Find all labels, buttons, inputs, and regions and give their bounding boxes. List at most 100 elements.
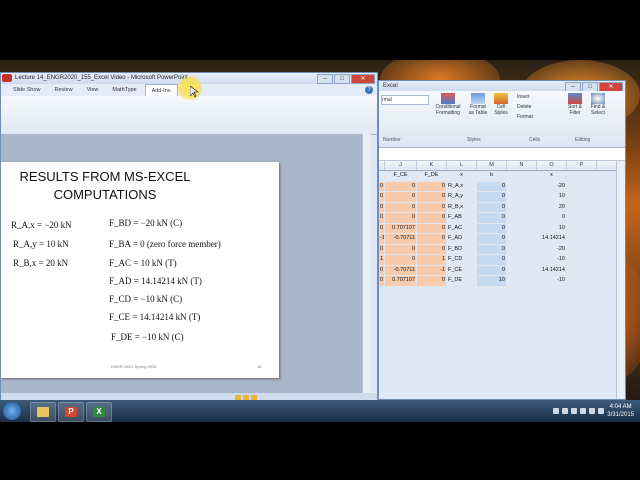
table-cell[interactable]: 0 xyxy=(417,223,447,233)
table-cell[interactable]: 0 xyxy=(537,213,567,223)
table-cell[interactable]: F_AD xyxy=(447,234,477,244)
table-cell[interactable]: 0 xyxy=(477,265,507,275)
table-cell[interactable]: x xyxy=(537,171,567,181)
table-cell[interactable]: 0 xyxy=(385,255,417,265)
table-cell[interactable] xyxy=(507,276,537,286)
table-cell[interactable]: -20 xyxy=(537,181,567,191)
table-cell[interactable]: 0 xyxy=(477,255,507,265)
table-cell[interactable] xyxy=(567,213,597,223)
table-cell[interactable]: F_CE xyxy=(447,265,477,275)
network-icon[interactable] xyxy=(589,408,595,414)
table-cell[interactable]: R_A,y xyxy=(447,192,477,202)
table-cell[interactable]: 0 xyxy=(477,223,507,233)
tab-view[interactable]: View xyxy=(81,84,105,96)
slide-scrollbar[interactable] xyxy=(362,134,371,400)
table-cell[interactable]: F_DE xyxy=(447,276,477,286)
format-button[interactable]: Format xyxy=(517,114,545,121)
table-cell[interactable]: -10 xyxy=(537,276,567,286)
table-cell[interactable] xyxy=(507,234,537,244)
table-cell[interactable] xyxy=(567,276,597,286)
table-cell[interactable]: 10 xyxy=(537,223,567,233)
close-button[interactable]: ✕ xyxy=(351,74,375,84)
table-cell[interactable] xyxy=(507,171,537,181)
table-cell[interactable] xyxy=(507,244,537,254)
conditional-formatting-button[interactable]: Conditional Formatting xyxy=(433,93,463,116)
formula-bar[interactable] xyxy=(379,148,625,161)
table-cell[interactable] xyxy=(567,181,597,191)
table-cell[interactable] xyxy=(567,192,597,202)
column-header-m[interactable]: M xyxy=(477,161,507,170)
insert-button[interactable]: Insert xyxy=(517,94,545,101)
table-cell[interactable]: F_AB xyxy=(447,213,477,223)
volume-icon[interactable] xyxy=(598,408,604,414)
tab-mathtype[interactable]: MathType xyxy=(106,84,142,96)
quick-access-icon[interactable] xyxy=(2,74,12,82)
table-cell[interactable]: 0 xyxy=(477,213,507,223)
table-cell[interactable]: F_AC xyxy=(447,223,477,233)
table-cell[interactable] xyxy=(507,255,537,265)
table-cell[interactable]: R_B,x xyxy=(447,202,477,212)
table-cell[interactable]: 10 xyxy=(537,192,567,202)
table-cell[interactable]: 0 xyxy=(417,234,447,244)
table-cell[interactable]: 0 xyxy=(477,244,507,254)
column-header-n[interactable]: N xyxy=(507,161,537,170)
format-as-table-button[interactable]: Format as Table xyxy=(467,93,489,116)
table-cell[interactable]: 0 xyxy=(385,202,417,212)
excel-titlebar[interactable]: Excel – □ ✕ xyxy=(379,81,625,92)
table-cell[interactable]: -1 xyxy=(417,265,447,275)
start-button[interactable] xyxy=(3,402,21,420)
number-format-box[interactable]: rmal xyxy=(381,95,429,105)
table-cell[interactable] xyxy=(507,192,537,202)
taskbar-explorer[interactable] xyxy=(30,402,56,422)
table-cell[interactable]: 10 xyxy=(477,276,507,286)
table-cell[interactable] xyxy=(567,223,597,233)
table-cell[interactable] xyxy=(567,255,597,265)
tray-icon[interactable] xyxy=(562,408,568,414)
table-cell[interactable]: 14.14214 xyxy=(537,234,567,244)
table-cell[interactable]: 0 xyxy=(477,234,507,244)
table-cell[interactable] xyxy=(567,171,597,181)
table-cell[interactable]: 0.707107 xyxy=(385,276,417,286)
sort-filter-button[interactable]: Sort & Filter xyxy=(565,93,585,116)
table-cell[interactable]: 0 xyxy=(417,213,447,223)
column-header-o[interactable]: O xyxy=(537,161,567,170)
minimize-button[interactable]: – xyxy=(317,74,333,84)
tray-icon[interactable] xyxy=(553,408,559,414)
tab-add-ins[interactable]: Add-Ins xyxy=(144,84,178,96)
help-icon[interactable]: ? xyxy=(365,86,373,94)
table-cell[interactable]: x xyxy=(447,171,477,181)
column-header-k[interactable]: K xyxy=(417,161,447,170)
tab-slide-show[interactable]: Slide Show xyxy=(7,84,47,96)
table-cell[interactable] xyxy=(567,265,597,275)
table-cell[interactable]: -20 xyxy=(537,244,567,254)
table-cell[interactable]: 0.707107 xyxy=(385,223,417,233)
table-cell[interactable] xyxy=(567,202,597,212)
table-cell[interactable] xyxy=(507,223,537,233)
table-cell[interactable]: 0 xyxy=(477,181,507,191)
table-cell[interactable] xyxy=(507,213,537,223)
delete-button[interactable]: Delete xyxy=(517,104,545,111)
table-cell[interactable] xyxy=(507,181,537,191)
table-cell[interactable]: F_DE xyxy=(417,171,447,181)
table-cell[interactable]: R_A,x xyxy=(447,181,477,191)
table-cell[interactable]: b xyxy=(477,171,507,181)
column-header-p[interactable]: P xyxy=(567,161,597,170)
tray-icon[interactable] xyxy=(580,408,586,414)
table-cell[interactable]: F_CE xyxy=(385,171,417,181)
taskbar-powerpoint[interactable]: P xyxy=(58,402,84,422)
spreadsheet-grid[interactable]: J K L M N O P F_CE F_DE x b x 0 0 0 R_A,x 0 -20 0 0 0… xyxy=(379,161,625,287)
table-cell[interactable]: F_CD xyxy=(447,255,477,265)
table-cell[interactable]: 0 xyxy=(417,244,447,254)
tray-icon[interactable] xyxy=(571,408,577,414)
table-cell[interactable]: 0 xyxy=(477,202,507,212)
slide[interactable]: RESULTS FROM MS-EXCEL COMPUTATIONS R_A,x… xyxy=(1,162,279,378)
table-cell[interactable] xyxy=(507,202,537,212)
table-cell[interactable] xyxy=(567,244,597,254)
table-cell[interactable]: 0 xyxy=(417,202,447,212)
tab-review[interactable]: Review xyxy=(49,84,79,96)
powerpoint-window[interactable]: Lecture 14_ENGR2020_155_Excel Video - Mi… xyxy=(0,72,378,402)
clock[interactable]: 4:04 AM 3/31/2015 xyxy=(607,403,634,419)
taskbar-excel[interactable]: X xyxy=(86,402,112,422)
table-cell[interactable] xyxy=(567,234,597,244)
table-cell[interactable]: -0.70711 xyxy=(385,234,417,244)
